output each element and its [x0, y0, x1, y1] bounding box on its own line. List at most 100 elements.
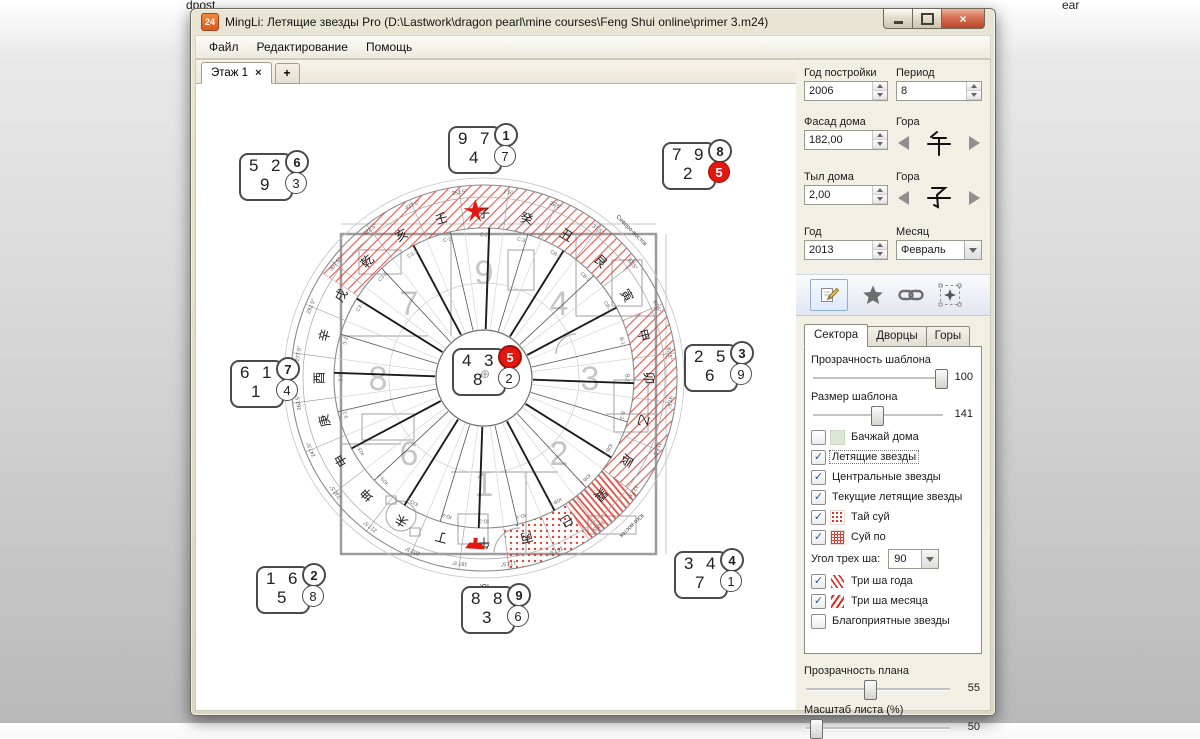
template-size-slider[interactable]: 141 — [811, 405, 975, 425]
edit-tool-button[interactable] — [810, 279, 848, 311]
spin-down-button[interactable] — [873, 91, 887, 100]
month-dropdown[interactable]: Февраль — [896, 240, 982, 260]
checkbox[interactable]: ✓ — [811, 530, 826, 545]
checkbox[interactable]: ✓ — [811, 510, 826, 525]
star-digit: 4 — [706, 554, 715, 574]
flying-star-box-e[interactable]: 25639 — [684, 344, 738, 392]
spin-up-button[interactable] — [873, 131, 887, 140]
template-opacity-slider[interactable]: 100 — [811, 368, 975, 388]
annual-star-circle: 3 — [730, 341, 754, 365]
star-digit: 9 — [260, 175, 269, 195]
checkbox[interactable]: ✓ — [811, 470, 826, 485]
next-mountain-button[interactable] — [969, 136, 980, 150]
tab-sectors[interactable]: Сектора — [804, 324, 868, 347]
dropdown-arrow-button[interactable] — [964, 241, 981, 259]
prev-mountain-button[interactable] — [898, 191, 909, 205]
minimize-button[interactable] — [883, 8, 913, 29]
menu-file[interactable]: Файл — [200, 37, 248, 57]
title-bar[interactable]: 24 MingLi: Летящие звезды Pro (D:\Lastwo… — [191, 9, 995, 35]
svg-text:卯: 卯 — [642, 372, 656, 385]
build-year-field[interactable]: 2006 — [804, 81, 888, 101]
three-sha-angle-dropdown[interactable]: 90 — [888, 549, 939, 569]
maximize-icon — [921, 13, 934, 25]
plan-canvas[interactable]: 94321687子癸丑艮寅甲卯乙辰巽巳丙午丁未坤申庚酉辛戌乾亥壬7.5°22.5… — [196, 84, 796, 710]
period-value: 8 — [901, 85, 907, 97]
menu-help[interactable]: Помощь — [357, 37, 421, 57]
plan-opacity-label: Прозрачность плана — [804, 664, 982, 679]
checkbox[interactable]: ✓ — [811, 490, 826, 505]
flying-star-box-sw[interactable]: 16528 — [256, 566, 310, 614]
spin-up-button[interactable] — [967, 82, 981, 91]
close-button[interactable]: × — [941, 8, 985, 29]
checkbox-label: Три ша года — [849, 575, 915, 587]
link-tool-button[interactable] — [898, 287, 924, 303]
checkbox[interactable] — [811, 430, 826, 445]
slider-thumb[interactable] — [864, 680, 877, 700]
spin-up-button[interactable] — [873, 82, 887, 91]
maximize-button[interactable] — [912, 8, 942, 29]
checkbox-row[interactable]: Бачжай дома — [811, 427, 975, 447]
annual-star-circle: 8 — [708, 139, 732, 163]
flying-star-box-w[interactable]: 61174 — [230, 360, 284, 408]
checkbox-row[interactable]: ✓Текущие летящие звезды — [811, 487, 975, 507]
spin-down-button[interactable] — [967, 91, 981, 100]
tab-floor-1[interactable]: Этаж 1 × — [201, 62, 272, 84]
svg-text:ЮВ-1: ЮВ-1 — [602, 442, 614, 456]
period-field[interactable]: 8 — [896, 81, 982, 101]
checkbox-row[interactable]: ✓Центральные звезды — [811, 467, 975, 487]
flying-star-box-nw[interactable]: 52963 — [239, 153, 293, 201]
checkbox-group-top: Бачжай дома✓Летящие звезды✓Центральные з… — [811, 427, 975, 547]
year-field[interactable]: 2013 — [804, 240, 888, 260]
tab-palaces[interactable]: Дворцы — [867, 326, 926, 347]
svg-text:7.5°: 7.5° — [503, 189, 513, 196]
flying-star-box-ne[interactable]: 79285 — [662, 142, 716, 190]
checkbox-row[interactable]: ✓Тай суй — [811, 507, 975, 527]
checkbox-row[interactable]: ✓Летящие звезды — [811, 447, 975, 467]
checkbox-row[interactable]: ✓Три ша месяца — [811, 591, 975, 611]
checkbox[interactable]: ✓ — [811, 574, 826, 589]
annual-star-circle: 4 — [720, 548, 744, 572]
sectors-tab-page: Прозрачность шаблона 100 Размер шаблона … — [804, 346, 982, 654]
spin-up-button[interactable] — [873, 241, 887, 250]
tab-mountains[interactable]: Горы — [926, 326, 971, 347]
spin-down-button[interactable] — [873, 140, 887, 149]
star-digit: 4 — [462, 351, 471, 371]
annual-star-circle: 7 — [276, 357, 300, 381]
next-mountain-button[interactable] — [969, 191, 980, 205]
checkbox[interactable]: ✓ — [811, 594, 826, 609]
facade-field[interactable]: 182,00 — [804, 130, 888, 150]
menu-edit[interactable]: Редактирование — [248, 37, 357, 57]
spin-up-button[interactable] — [873, 186, 887, 195]
star-digit: 8 — [471, 589, 480, 609]
flying-star-box-se[interactable]: 34741 — [674, 551, 728, 599]
slider-thumb[interactable] — [935, 369, 948, 389]
back-field[interactable]: 2,00 — [804, 185, 888, 205]
flying-star-box-s[interactable]: 88396 — [461, 586, 515, 634]
svg-text:СВ-1: СВ-1 — [549, 249, 562, 260]
tab-close-icon[interactable]: × — [255, 67, 261, 79]
checkbox[interactable] — [811, 614, 826, 629]
dropdown-arrow-button[interactable] — [921, 550, 938, 568]
select-template-tool-button[interactable] — [938, 283, 962, 307]
checkbox-row[interactable]: ✓ Три ша года — [811, 571, 975, 591]
prev-mountain-button[interactable] — [898, 136, 909, 150]
sheet-scale-slider[interactable]: 50 — [804, 718, 982, 738]
svg-text:4: 4 — [550, 285, 569, 323]
spin-down-button[interactable] — [873, 195, 887, 204]
checkbox-row[interactable]: ✓Суй по — [811, 527, 975, 547]
back-mountain-glyph — [926, 185, 952, 211]
flying-star-box-center[interactable]: 43852⊕ — [452, 348, 506, 396]
three-sha-angle-label: Угол трех ша: — [811, 553, 880, 565]
flying-star-box-n[interactable]: 97417 — [448, 126, 502, 174]
slider-thumb[interactable] — [871, 406, 884, 426]
svg-text:申: 申 — [332, 451, 350, 469]
checkbox[interactable]: ✓ — [811, 450, 826, 465]
star-tool-button[interactable] — [862, 284, 884, 306]
add-floor-tab-button[interactable]: + — [275, 63, 300, 84]
svg-text:1: 1 — [475, 466, 494, 504]
checkbox-row[interactable]: Благоприятные звезды — [811, 611, 975, 631]
slider-thumb[interactable] — [810, 719, 823, 739]
spin-down-button[interactable] — [873, 250, 887, 259]
plan-opacity-slider[interactable]: 55 — [804, 679, 982, 699]
year-label: Год — [804, 225, 888, 240]
